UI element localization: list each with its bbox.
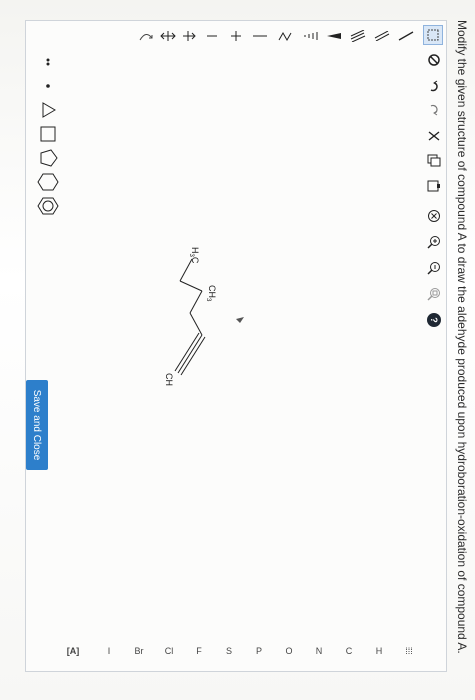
lone-pair-icon[interactable] (36, 51, 60, 73)
chain-icon[interactable] (275, 26, 297, 46)
undo-icon[interactable] (425, 77, 443, 95)
double-arrow-icon[interactable] (157, 26, 179, 46)
alkyne-end-label: CH (164, 373, 174, 386)
more-atoms-button[interactable]: [A] (61, 642, 85, 660)
clear-icon[interactable] (425, 207, 443, 225)
double-bond-icon[interactable] (371, 26, 393, 46)
arrow-icon[interactable] (179, 26, 201, 46)
zoom-fit-icon[interactable] (425, 285, 443, 303)
methyl-label-left: H3C (188, 247, 200, 264)
radical-icon[interactable] (36, 75, 60, 97)
redo-icon[interactable] (425, 101, 443, 119)
atom-i[interactable]: I (97, 642, 121, 660)
atom-n[interactable]: N (307, 642, 331, 660)
compound-a[interactable]: H3C CH3 CH (164, 247, 217, 386)
save-and-close-button[interactable]: Save and Close (26, 380, 48, 470)
ring-toolbar (34, 51, 64, 251)
triple-bond-icon[interactable] (347, 26, 369, 46)
wedge-bond-icon[interactable] (323, 26, 345, 46)
atom-f[interactable]: F (187, 642, 211, 660)
cyclohexane-icon[interactable] (36, 171, 60, 193)
atom-cl[interactable]: Cl (157, 642, 181, 660)
cyclopropane-icon[interactable] (36, 99, 60, 121)
atom-br[interactable]: Br (127, 642, 151, 660)
select-lasso-icon[interactable] (423, 25, 443, 45)
cyclobutane-icon[interactable] (36, 123, 60, 145)
zoom-out-icon[interactable] (425, 259, 443, 277)
copy-icon[interactable] (425, 151, 443, 169)
cyclopentane-icon[interactable] (36, 147, 60, 169)
atom-o[interactable]: O (277, 642, 301, 660)
zoom-in-icon[interactable] (425, 233, 443, 251)
cut-icon[interactable] (425, 127, 443, 145)
screen: Modify the given structure of compound A… (0, 0, 475, 700)
atom-p[interactable]: P (247, 642, 271, 660)
atom-s[interactable]: S (217, 642, 241, 660)
curved-arrow-icon[interactable] (135, 26, 157, 46)
plus-icon[interactable] (225, 26, 247, 46)
periodic-table-button[interactable]: ⁞⁞⁞ (397, 642, 421, 660)
charge-icon[interactable] (249, 26, 271, 46)
benzene-icon[interactable] (36, 195, 60, 217)
mouse-cursor-icon (236, 317, 244, 323)
minus-icon[interactable] (201, 26, 223, 46)
top-toolbar: ? (422, 21, 446, 671)
atom-palette: ⁞⁞⁞ H C N O P S F Cl Br I [A] (32, 639, 422, 663)
bond-toolbar (122, 21, 422, 51)
question-prompt: Modify the given structure of compound A… (455, 20, 469, 654)
drawing-canvas[interactable]: H3C CH3 CH (72, 51, 422, 636)
atom-c[interactable]: C (337, 642, 361, 660)
methyl-label-top: CH3 (205, 285, 217, 302)
eraser-icon[interactable] (425, 51, 443, 69)
structure-editor: ? H3C CH3 CH ⁞⁞⁞ H C N O P S F Cl Br I [… (25, 20, 447, 672)
single-bond-icon[interactable] (395, 26, 417, 46)
hash-bond-icon[interactable] (299, 26, 321, 46)
help-icon[interactable]: ? (427, 313, 441, 327)
atom-h[interactable]: H (367, 642, 391, 660)
paste-icon[interactable] (425, 177, 443, 195)
